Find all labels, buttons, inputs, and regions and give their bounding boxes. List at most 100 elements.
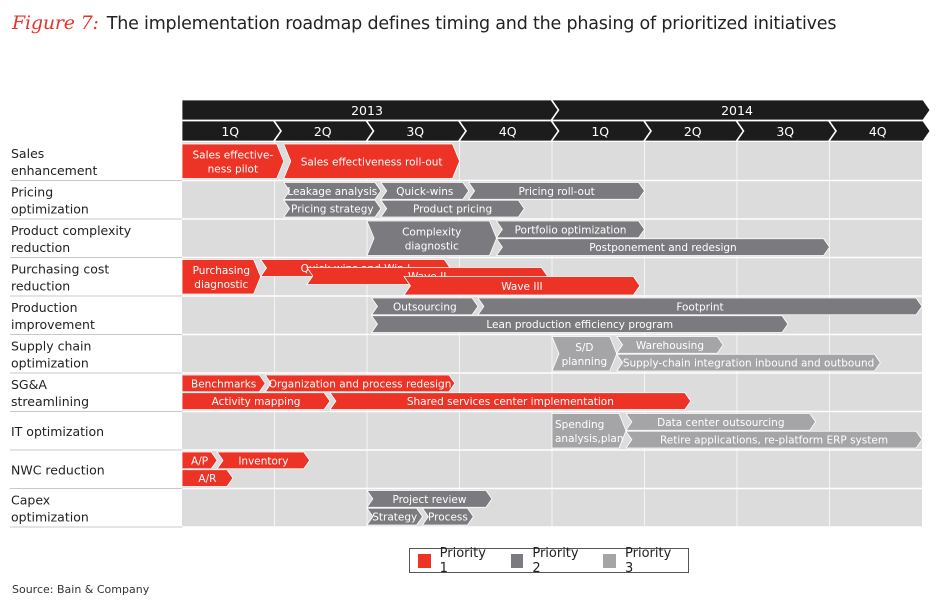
row-label: optimization xyxy=(11,510,89,525)
quarter-label: 1Q xyxy=(221,124,239,139)
task-bar: Warehousing xyxy=(615,336,724,354)
task-bar: Retire applications, re-platform ERP sys… xyxy=(625,430,923,449)
task-label: A/P xyxy=(191,455,208,467)
legend-label-priority-1: Priority 1 xyxy=(439,545,486,576)
task-bar: Activity mapping xyxy=(181,392,331,410)
quarter-label: 3Q xyxy=(406,124,424,139)
task-bar: Leakage analysis xyxy=(282,182,382,200)
task-bar: Quick-wins xyxy=(380,182,470,200)
row-label: Purchasing cost xyxy=(11,262,109,277)
task-label: Pricing strategy xyxy=(291,204,374,216)
legend-item-priority-1: Priority 1 xyxy=(418,546,493,576)
row-label: NWC reduction xyxy=(11,462,105,477)
task-label: Complexity xyxy=(402,226,461,238)
task-bar: A/R xyxy=(181,469,234,487)
quarter-label: 2Q xyxy=(684,124,702,139)
task-label: Organization and process redesign xyxy=(269,378,452,390)
task-label: planning xyxy=(562,356,608,368)
legend-item-priority-2: Priority 2 xyxy=(510,545,586,576)
task-label: Leakage analysis xyxy=(287,186,377,198)
quarter-label: 4Q xyxy=(869,124,887,139)
row-label: streamlining xyxy=(11,394,89,409)
source-note: Source: Bain & Company xyxy=(12,583,150,596)
task-label: Lean production efficiency program xyxy=(486,319,673,331)
quarter-label: 1Q xyxy=(591,124,609,139)
task-label: Product pricing xyxy=(413,204,492,216)
row-label: SG&A xyxy=(11,377,47,392)
task-bar: Sales effective-ness pilot xyxy=(181,143,285,179)
task-bar: Shared services center implementation xyxy=(329,392,692,410)
row-label: Production xyxy=(11,300,78,315)
task-label: Purchasing xyxy=(193,265,250,277)
legend-swatch-priority-3 xyxy=(603,553,616,568)
quarter-label: 2Q xyxy=(314,124,332,139)
task-bar: Project review xyxy=(366,490,493,508)
row-label: improvement xyxy=(11,317,95,332)
quarter-label: 4Q xyxy=(499,124,517,139)
task-label: ness pilot xyxy=(208,163,258,175)
task-label: diagnostic xyxy=(194,279,248,291)
quarter-header: 1Q xyxy=(181,120,281,142)
task-bar: Product pricing xyxy=(380,199,525,218)
task-bar: Process xyxy=(421,507,474,526)
task-label: Pricing roll-out xyxy=(518,186,594,198)
quarter-header: 4Q xyxy=(828,120,931,142)
task-label: Project review xyxy=(392,494,466,506)
legend: Priority 1 Priority 2 Priority 3 xyxy=(409,545,689,576)
task-bar: Spending analysis,plan xyxy=(551,413,627,449)
task-bar: Lean production efficiency program xyxy=(370,315,789,333)
row-label: Product complexity xyxy=(11,223,132,238)
task-bar: Wave III xyxy=(403,276,641,296)
task-bar: Supply-chain integration inbound and out… xyxy=(615,353,881,372)
row-label: Capex xyxy=(11,493,50,508)
quarter-header: 3Q xyxy=(366,120,466,142)
year-header-2013: 2013 xyxy=(181,99,559,121)
roadmap-chart: 2013 2014 1Q 2Q 3Q 4Q 1Q 2Q 3Q 4Q Sales enhancement… xyxy=(10,99,931,528)
task-label: Data center outsourcing xyxy=(657,417,784,429)
task-label: Quick-wins xyxy=(396,186,453,198)
task-label: Sales effective- xyxy=(193,149,274,161)
task-label: Wave III xyxy=(501,281,542,293)
row-label: optimization xyxy=(11,356,89,371)
task-label: Inventory xyxy=(238,455,288,467)
row-label: Sales xyxy=(11,146,44,161)
task-label: Outsourcing xyxy=(393,301,457,313)
year-label: 2014 xyxy=(721,103,753,118)
row-label: Pricing xyxy=(11,185,53,200)
quarter-header: 2Q xyxy=(273,120,374,142)
task-label: Postponement and redesign xyxy=(589,242,736,254)
row-label: Supply chain xyxy=(11,339,91,354)
legend-label-priority-3: Priority 3 xyxy=(625,545,672,576)
quarter-header: 1Q xyxy=(551,120,651,142)
task-bar: Inventory xyxy=(216,451,311,470)
year-label: 2013 xyxy=(351,103,383,118)
legend-swatch-priority-1 xyxy=(418,553,431,568)
task-bar: Pricing strategy xyxy=(282,199,382,218)
task-bar: Purchasing diagnostic xyxy=(181,259,262,295)
task-bar: Postponement and redesign xyxy=(495,238,830,256)
year-header-2014: 2014 xyxy=(551,99,931,121)
row-label: optimization xyxy=(11,202,89,217)
row-label: enhancement xyxy=(11,163,97,178)
task-bar: Footprint xyxy=(477,297,923,316)
quarter-label: 3Q xyxy=(776,124,794,139)
task-label: Shared services center implementation xyxy=(407,396,614,408)
task-label: Sales effectiveness roll-out xyxy=(301,156,443,168)
task-bar: A/P xyxy=(181,451,218,470)
task-bar: Pricing roll-out xyxy=(467,182,645,200)
task-label: Footprint xyxy=(676,301,723,313)
legend-label-priority-2: Priority 2 xyxy=(532,545,579,576)
legend-swatch-priority-2 xyxy=(510,553,524,568)
task-label: Process xyxy=(428,512,468,524)
task-label: diagnostic xyxy=(405,240,459,252)
quarter-header: 2Q xyxy=(643,120,744,142)
quarter-header: 3Q xyxy=(736,120,836,142)
quarter-header: 4Q xyxy=(458,120,559,142)
task-bar: Organization and process redesign xyxy=(264,374,456,393)
task-label: Benchmarks xyxy=(191,378,256,390)
task-label: Warehousing xyxy=(636,340,704,352)
task-bar: S/D planning xyxy=(551,336,618,372)
task-label: Strategy xyxy=(372,512,417,524)
task-bar: Portfolio optimization xyxy=(495,220,645,239)
task-bar: Outsourcing xyxy=(370,297,479,316)
